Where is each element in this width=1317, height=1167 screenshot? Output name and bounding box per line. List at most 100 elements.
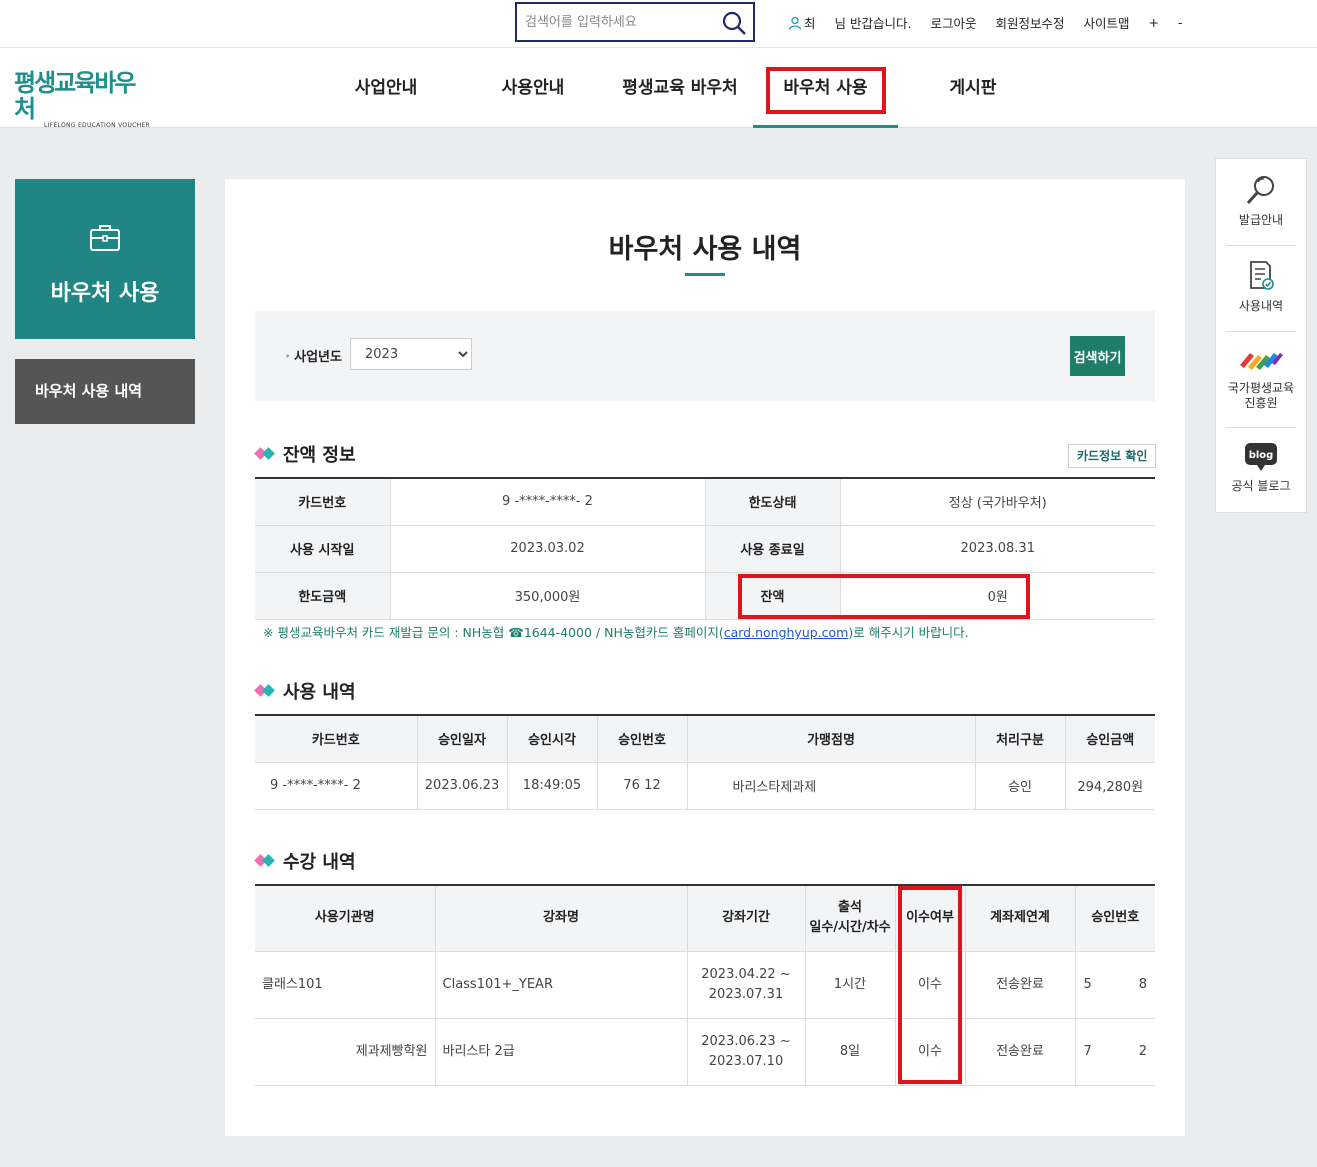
col-card-number: 카드번호 xyxy=(255,715,417,763)
card-info-button[interactable]: 카드정보 확인 xyxy=(1068,444,1157,468)
diamond-icon xyxy=(254,684,275,697)
cell-completion: 이수 xyxy=(894,951,965,1019)
col-account-link: 계좌제연계 xyxy=(964,885,1075,952)
cell-account-link: 전송완료 xyxy=(964,1018,1075,1086)
limit-status-value: 정상 (국가바우처) xyxy=(839,478,1155,526)
cell-account-link: 전송완료 xyxy=(964,951,1075,1019)
cell-merchant: 바리스타제과제 xyxy=(686,762,975,810)
nile-logo-icon xyxy=(1240,353,1283,370)
quick-nile-label-1: 국가평생교육 xyxy=(1227,381,1295,395)
col-approval-amount: 승인금액 xyxy=(1064,715,1155,763)
filter-box: 사업년도 2023 검색하기 xyxy=(255,311,1155,401)
quick-blog[interactable]: blog 공식 블로그 xyxy=(1226,441,1296,494)
start-date-label: 사용 시작일 xyxy=(255,525,390,573)
col-approval-number: 승인번호 xyxy=(1074,885,1155,952)
sidebar-title: 바우처 사용 xyxy=(50,281,160,306)
briefcase-icon xyxy=(90,225,120,251)
courses-table: 사용기관명 강좌명 강좌기간 출석 일수/시간/차수 이수여부 계좌제연계 승인번… xyxy=(255,884,1155,1086)
cell-attendance: 1시간 xyxy=(804,951,895,1019)
cell-card-number: 9 -****-****- 2 xyxy=(255,762,417,810)
quick-history-label: 사용내역 xyxy=(1238,299,1284,313)
cell-completion: 이수 xyxy=(894,1018,965,1086)
sidebar-item-usage-history[interactable]: 바우처 사용 내역 xyxy=(15,359,195,424)
quick-nile-label-2: 진흥원 xyxy=(1244,396,1278,410)
search-button[interactable]: 검색하기 xyxy=(1070,336,1125,376)
content-card: 바우처 사용 내역 사업년도 2023 검색하기 잔액 정보 카드정보 확인 카… xyxy=(225,179,1185,1136)
quick-menu: 발급안내 사용내역 국가평생교육 진흥원 blog 공식 블로그 xyxy=(1215,158,1307,513)
col-approval-date: 승인일자 xyxy=(416,715,507,763)
top-links: 최 님 반갑습니다. 로그아웃 회원정보수정 사이트맵 + - xyxy=(788,13,1202,32)
quick-issue-guide[interactable]: 발급안내 xyxy=(1226,173,1296,228)
col-merchant: 가맹점명 xyxy=(686,715,975,763)
blog-icon: blog xyxy=(1245,443,1277,471)
sitemap-link[interactable]: 사이트맵 xyxy=(1084,13,1130,32)
col-process-type: 처리구분 xyxy=(974,715,1065,763)
logout-link[interactable]: 로그아웃 xyxy=(930,13,976,32)
table-row: 9 -****-****- 2 2023.06.23 18:49:05 76 1… xyxy=(255,762,1155,810)
table-row: 한도금액 350,000원 잔액 0원 xyxy=(255,572,1155,620)
cell-org: 제과제빵학원 xyxy=(255,1018,435,1086)
table-header: 사용기관명 강좌명 강좌기간 출석 일수/시간/차수 이수여부 계좌제연계 승인번… xyxy=(255,885,1155,952)
quick-nile[interactable]: 국가평생교육 진흥원 xyxy=(1226,345,1296,411)
logo-subtext: LIFELONG EDUCATION VOUCHER xyxy=(44,122,151,129)
cell-approval-time: 18:49:05 xyxy=(506,762,597,810)
zoom-out-button[interactable]: - xyxy=(1178,15,1183,30)
document-check-icon xyxy=(1250,261,1274,290)
table-row: 제과제빵학원 바리스타 2급 2023.06.23 ~2023.07.10 8일… xyxy=(255,1018,1155,1086)
end-date-value: 2023.08.31 xyxy=(839,525,1155,573)
reissue-notice: ※ 평생교육바우처 카드 재발급 문의 : NH농협 ☎1644-4000 / … xyxy=(263,622,969,641)
quick-blog-label: 공식 블로그 xyxy=(1231,479,1291,493)
cell-org: 클래스101 xyxy=(255,951,435,1019)
user-greeting: 최 xyxy=(788,13,816,32)
search-box xyxy=(515,2,755,42)
site-logo[interactable]: 평생교육바우처 LIFELONG EDUCATION VOUCHER xyxy=(14,70,154,129)
nonghyup-link[interactable]: card.nonghyup.com xyxy=(724,625,849,640)
page-title: 바우처 사용 내역 xyxy=(608,234,802,265)
usage-table: 카드번호 승인일자 승인시각 승인번호 가맹점명 처리구분 승인금액 9 -**… xyxy=(255,714,1155,810)
cell-period: 2023.06.23 ~2023.07.10 xyxy=(686,1018,805,1086)
svg-text:blog: blog xyxy=(1249,450,1274,461)
user-name: 최 xyxy=(804,16,816,31)
limit-amount-value: 350,000원 xyxy=(389,572,706,620)
quick-issue-label: 발급안내 xyxy=(1238,213,1284,227)
search-input[interactable] xyxy=(525,12,715,32)
nav-business-info[interactable]: 사업안내 xyxy=(340,48,432,128)
nav-voucher-use[interactable]: 바우처 사용 xyxy=(753,48,898,128)
search-icon[interactable] xyxy=(721,10,747,36)
divider xyxy=(1226,427,1296,428)
cell-process-type: 승인 xyxy=(974,762,1065,810)
limit-status-label: 한도상태 xyxy=(705,478,840,526)
balance-value: 0원 xyxy=(839,572,1155,620)
year-select[interactable]: 2023 xyxy=(350,338,472,370)
balance-heading: 잔액 정보 xyxy=(254,441,356,467)
balance-label: 잔액 xyxy=(705,572,840,620)
usage-heading: 사용 내역 xyxy=(254,678,356,704)
cell-course: 바리스타 2급 xyxy=(434,1018,687,1086)
end-date-label: 사용 종료일 xyxy=(705,525,840,573)
col-completion: 이수여부 xyxy=(894,885,965,952)
col-org: 사용기관명 xyxy=(255,885,435,952)
card-number-label: 카드번호 xyxy=(255,478,390,526)
nav-usage-guide[interactable]: 사용안내 xyxy=(487,48,579,128)
cell-course: Class101+_YEAR xyxy=(434,951,687,1019)
col-attendance: 출석 일수/시간/차수 xyxy=(804,885,895,952)
col-approval-time: 승인시각 xyxy=(506,715,597,763)
nav-board[interactable]: 게시판 xyxy=(927,48,1019,128)
title-underline xyxy=(685,273,725,276)
edit-profile-link[interactable]: 회원정보수정 xyxy=(995,13,1064,32)
top-bar: 최 님 반갑습니다. 로그아웃 회원정보수정 사이트맵 + - xyxy=(0,0,1317,48)
zoom-in-button[interactable]: + xyxy=(1149,15,1159,30)
magnifier-icon xyxy=(1246,176,1274,205)
col-period: 강좌기간 xyxy=(686,885,805,952)
diamond-icon xyxy=(254,854,275,867)
quick-usage-history[interactable]: 사용내역 xyxy=(1226,259,1296,314)
user-icon xyxy=(788,16,802,30)
table-header: 카드번호 승인일자 승인시각 승인번호 가맹점명 처리구분 승인금액 xyxy=(255,715,1155,763)
card-number-value: 9 -****-****- 2 xyxy=(389,478,706,526)
cell-approval-number: 76 12 xyxy=(596,762,687,810)
divider xyxy=(1226,245,1296,246)
start-date-value: 2023.03.02 xyxy=(389,525,706,573)
year-label: 사업년도 xyxy=(285,346,342,365)
cell-approval-number: 58 xyxy=(1074,951,1155,1019)
nav-voucher[interactable]: 평생교육 바우처 xyxy=(610,48,750,128)
